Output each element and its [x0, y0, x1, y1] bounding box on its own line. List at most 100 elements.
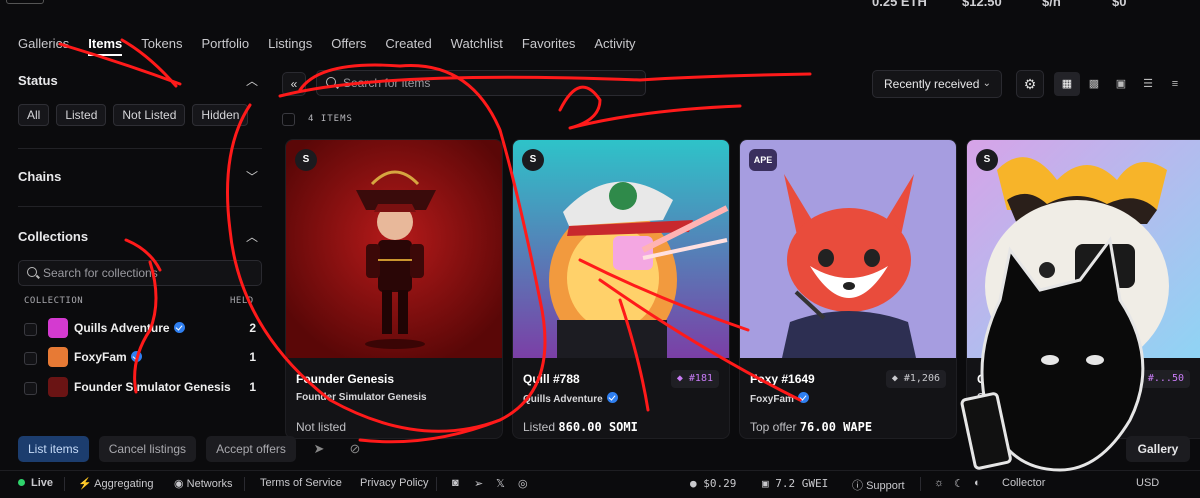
chain-badge: S [976, 149, 998, 171]
view-mode-toggle: ▦ ▩ ▣ ☰ ≡ [1054, 72, 1189, 96]
collections-heading[interactable]: Collections [18, 229, 88, 244]
divider [244, 477, 245, 491]
discord-icon[interactable]: ◙ [452, 477, 459, 489]
privacy-link[interactable]: Privacy Policy [360, 477, 428, 489]
card-title: Quill #788 [523, 372, 580, 386]
chains-heading[interactable]: Chains [18, 169, 61, 184]
list-items-button[interactable]: List items [18, 436, 89, 462]
networks-link[interactable]: ◉ Networks [174, 477, 233, 490]
bolt-icon: ⚡ [78, 478, 95, 490]
aggregating-link[interactable]: ⚡ Aggregating [78, 477, 153, 490]
item-count: 4 ITEMS [308, 114, 353, 124]
card-collection: Quills Adventure [977, 392, 1057, 403]
gas-price: ▣ 7.2 GWEI [762, 477, 829, 490]
divider [18, 206, 262, 207]
item-search-input[interactable]: Search for items [316, 70, 646, 96]
collection-row-foxyfam[interactable]: FoxyFam 1 [24, 347, 256, 369]
tab-created[interactable]: Created [385, 36, 431, 56]
card-collection: Founder Simulator Genesis [296, 392, 427, 403]
checkbox[interactable] [24, 382, 37, 395]
tab-galleries[interactable]: Galleries [18, 36, 69, 56]
tab-activity[interactable]: Activity [594, 36, 635, 56]
card-title: Quill #... [977, 372, 1024, 386]
telegram-icon[interactable]: ➢ [474, 477, 483, 490]
contrast-icon[interactable]: ◐ [974, 477, 981, 489]
divider [18, 148, 262, 149]
collection-search-input[interactable]: Search for collections [18, 260, 262, 286]
moon-icon[interactable]: ☾ [954, 477, 964, 490]
verified-icon [797, 392, 809, 403]
tab-watchlist[interactable]: Watchlist [451, 36, 503, 56]
collector-mode[interactable]: Collector [1002, 477, 1045, 489]
sort-label: Recently received [884, 77, 980, 91]
checkbox[interactable] [24, 323, 37, 336]
collection-avatar [48, 377, 68, 397]
x-icon[interactable]: 𝕏 [496, 477, 505, 490]
status-chip-not-listed[interactable]: Not Listed [113, 104, 186, 126]
accept-offers-button[interactable]: Accept offers [206, 436, 296, 462]
tab-portfolio[interactable]: Portfolio [201, 36, 249, 56]
currency-select[interactable]: USD [1136, 477, 1159, 489]
collection-row-founder[interactable]: Founder Simulator Genesis 1 [24, 377, 256, 399]
chevron-up-icon[interactable]: ︿ [246, 228, 258, 245]
status-chip-hidden[interactable]: Hidden [192, 104, 249, 126]
grid-small-icon[interactable]: ▩ [1081, 72, 1107, 96]
tab-offers[interactable]: Offers [331, 36, 366, 56]
grid-large-icon[interactable]: ▦ [1054, 72, 1080, 96]
cancel-listings-button[interactable]: Cancel listings [98, 436, 197, 462]
held-count: 2 [249, 321, 256, 335]
hide-icon[interactable]: ⊘ [342, 436, 368, 462]
tab-favorites[interactable]: Favorites [522, 36, 575, 56]
held-count: 1 [249, 350, 256, 364]
card-price: Top offer 76.00 WAPE [750, 420, 873, 434]
select-all-checkbox[interactable] [282, 113, 295, 126]
top-stat-balance: 0.25 ETH [872, 0, 927, 9]
item-card[interactable]: APE Foxy #1649 ◆ #1,206 FoxyFam Top offe… [739, 139, 957, 439]
rarity-rank: ◆ #181 [670, 370, 719, 388]
send-icon[interactable]: ➤ [306, 436, 332, 462]
gas-icon: ▣ [762, 477, 776, 490]
divider [436, 477, 437, 491]
chain-badge: S [295, 149, 317, 171]
card-title: Founder Genesis [296, 372, 395, 386]
settings-button[interactable]: ⚙ [1016, 70, 1044, 98]
collection-avatar [48, 347, 68, 367]
card-title: Foxy #1649 [750, 372, 815, 386]
live-status: Live [18, 477, 53, 489]
status-heading[interactable]: Status [18, 73, 58, 88]
search-icon [326, 77, 336, 87]
chevron-down-icon[interactable]: ﹀ [246, 168, 258, 185]
item-card[interactable]: S Founder Genesis Founder Simulator Gene… [285, 139, 503, 439]
collection-name: Founder Simulator Genesis [74, 380, 231, 394]
app-logo [6, 0, 44, 4]
sun-icon[interactable]: ☼ [934, 477, 944, 489]
rarity-rank: ◆ #1,206 [885, 370, 946, 388]
items-toolbar: « Search for items Recently received ⌄ ⚙… [282, 70, 1192, 98]
item-card[interactable]: S Quill #788 ◆ #181 Quills Adventure Lis… [512, 139, 730, 439]
top-stat-other: $0 [1112, 0, 1127, 9]
list-icon[interactable]: ☰ [1135, 72, 1161, 96]
token-price: ● $0.29 [690, 477, 737, 490]
held-column-header: HELD [230, 296, 254, 306]
top-stat-rate: $/h [1042, 0, 1061, 9]
support-link[interactable]: ⓘ Support [852, 477, 905, 493]
chevron-down-icon: ⌄ [982, 78, 991, 89]
grid-mixed-icon[interactable]: ▣ [1108, 72, 1134, 96]
tab-listings[interactable]: Listings [268, 36, 312, 56]
status-chip-all[interactable]: All [18, 104, 50, 126]
checkbox[interactable] [24, 352, 37, 365]
card-price: 8... [977, 420, 1006, 434]
tab-tokens[interactable]: Tokens [141, 36, 182, 56]
status-chip-listed[interactable]: Listed [56, 104, 107, 126]
collection-column-header: COLLECTION [24, 296, 84, 306]
terms-link[interactable]: Terms of Service [260, 477, 342, 489]
item-card[interactable]: S Quill #... ◆ #...50 Quills Adventure 8… [966, 139, 1200, 439]
tab-items[interactable]: Items [88, 36, 123, 56]
sort-dropdown[interactable]: Recently received ⌄ [872, 70, 1002, 98]
table-icon[interactable]: ≡ [1162, 72, 1188, 96]
collapse-sidebar-button[interactable]: « [282, 72, 306, 96]
gallery-button[interactable]: Gallery [1126, 436, 1190, 462]
instagram-icon[interactable]: ◎ [518, 477, 528, 490]
collection-row-quills[interactable]: Quills Adventure 2 [24, 318, 256, 340]
chevron-up-icon[interactable]: ︿ [246, 72, 258, 89]
